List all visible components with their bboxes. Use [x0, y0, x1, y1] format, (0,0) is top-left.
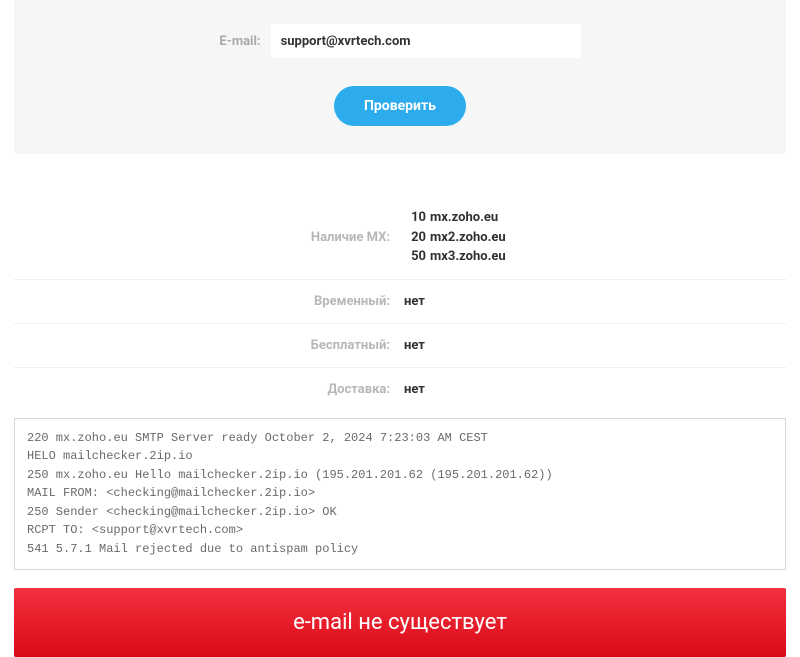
- mx-label: Наличие MX:: [14, 230, 400, 245]
- free-label: Бесплатный:: [14, 338, 400, 353]
- email-form-row: E-mail:: [34, 24, 766, 58]
- smtp-log: 220 mx.zoho.eu SMTP Server ready October…: [14, 418, 786, 570]
- result-row-mx: Наличие MX: 10mx.zoho.eu 20mx2.zoho.eu 5…: [14, 196, 786, 280]
- delivery-label: Доставка:: [14, 382, 400, 397]
- mx-record: 20mx2.zoho.eu: [404, 228, 786, 248]
- email-label: E-mail:: [219, 34, 260, 49]
- email-input[interactable]: [271, 24, 581, 58]
- free-value: нет: [400, 338, 786, 353]
- result-row-free: Бесплатный: нет: [14, 324, 786, 368]
- status-banner: e-mail не существует: [14, 588, 786, 657]
- result-row-delivery: Доставка: нет: [14, 368, 786, 412]
- submit-row: Проверить: [34, 86, 766, 126]
- result-row-temporary: Временный: нет: [14, 280, 786, 324]
- mx-value: 10mx.zoho.eu 20mx2.zoho.eu 50mx3.zoho.eu: [400, 208, 786, 267]
- check-form-panel: E-mail: Проверить: [14, 0, 786, 154]
- mx-record: 50mx3.zoho.eu: [404, 247, 786, 267]
- temporary-value: нет: [400, 294, 786, 309]
- temporary-label: Временный:: [14, 294, 400, 309]
- mx-record: 10mx.zoho.eu: [404, 208, 786, 228]
- check-button[interactable]: Проверить: [334, 86, 466, 126]
- delivery-value: нет: [400, 382, 786, 397]
- results-section: Наличие MX: 10mx.zoho.eu 20mx2.zoho.eu 5…: [14, 196, 786, 412]
